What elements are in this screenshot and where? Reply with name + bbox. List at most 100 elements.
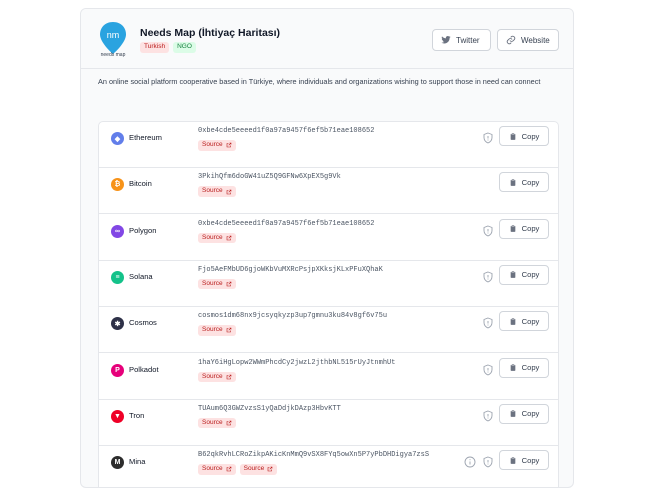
copy-button[interactable]: Copy [499,264,549,285]
wallet-address[interactable]: 0xbe4cde5eeeed1f0a97a9457f6ef5b71eae1086… [198,220,374,228]
coin-name: Ethereum [129,133,162,142]
twitter-button[interactable]: Twitter [432,29,491,51]
source-list: Source [198,371,236,382]
wallet-row-polkadot: P Polkadot 1haY6iHgLopw2WWmPhcdCy2jwzL2j… [99,354,558,400]
source-list: Source Source [198,464,278,475]
coin-name: Tron [129,410,145,420]
copy-button-label: Copy [521,409,540,419]
shield-alert-icon[interactable] [482,364,494,376]
source-link-label: Source [202,187,223,195]
source-link[interactable]: Source [198,140,236,151]
organization-description: An online social platform cooperative ba… [98,77,541,86]
coin-name: Mina [129,457,146,467]
source-list: Source [198,186,236,197]
wallet-row-bitcoin: ₿ Bitcoin 3PkihQfm6doGW41uZ5Q9GFNw6XpEX5… [99,168,558,215]
copy-button[interactable]: Copy [499,357,549,378]
copy-button-label: Copy [521,177,540,187]
source-link-label: Source [202,418,223,426]
source-list: Source [198,278,236,290]
clipboard-icon [510,363,515,371]
wallet-list: ◆ Ethereum 0xbe4cde5eeeed1f0a97a9457f6ef… [98,121,559,487]
source-link[interactable]: Source [198,371,236,382]
wallet-row-mina: M Mina B62qkRvhLCRoZikpAKicKnMmQ9vSX8FYq… [99,446,558,487]
copy-button[interactable]: Copy [499,403,549,424]
source-list: Source [198,417,236,429]
cosmos-icon: ✱ [111,317,124,331]
info-icon[interactable] [464,456,476,468]
copy-button[interactable]: Copy [499,311,549,332]
copy-button-label: Copy [521,131,540,141]
clipboard-icon [510,410,515,418]
clipboard-icon [510,271,515,279]
source-link-label: Source [202,465,223,473]
wallet-address[interactable]: B62qkRvhLCRoZikpAKicKnMmQ9vSX8FYq5owXn5P… [198,451,429,459]
source-link-label: Source [202,233,223,241]
website-button-label: Website [521,35,550,45]
copy-button-label: Copy [521,316,540,326]
card-header: nm needs map Needs Map (İhtiyaç Haritası… [81,9,573,69]
organization-title: Needs Map (İhtiyaç Haritası) [140,27,281,39]
coin-name: Cosmos [129,318,157,328]
bitcoin-icon: ₿ [111,178,124,192]
wallet-address[interactable]: Fjo5AeFMbUD6gjoWKbVuMXRcPsjpXKksjKLxPFuX… [198,266,383,274]
external-link-icon [226,328,231,333]
ethereum-icon: ◆ [111,132,124,145]
tag-list: Turkish NGO [140,42,196,53]
source-link[interactable]: Source [239,464,278,475]
source-list: Source [198,325,236,336]
wallet-row-polygon: ∞ Polygon 0xbe4cde5eeeed1f0a97a9457f6ef5… [99,215,558,261]
copy-button-label: Copy [521,270,540,280]
external-link-icon [226,374,231,380]
external-link-icon [226,235,231,241]
copy-button-label: Copy [521,363,540,372]
wallet-row-solana: ≡ Solana Fjo5AeFMbUD6gjoWKbVuMXRcPsjpXKk… [99,261,558,307]
external-link-icon [226,420,231,426]
copy-button[interactable]: Copy [499,126,549,146]
wallet-row-ethereum: ◆ Ethereum 0xbe4cde5eeeed1f0a97a9457f6ef… [99,122,558,168]
clipboard-icon [510,317,515,325]
coin-name: Solana [129,271,153,281]
logo-caption: needs map [100,52,126,58]
shield-alert-icon[interactable] [482,225,494,237]
shield-alert-icon[interactable] [482,410,494,422]
external-link-icon [226,467,231,472]
source-link-label: Source [202,372,223,380]
copy-button-label: Copy [521,224,540,234]
source-link[interactable]: Source [198,325,236,336]
clipboard-icon [510,178,515,186]
twitter-button-label: Twitter [456,35,480,45]
coin-name: Polkadot [129,364,159,374]
wallet-address[interactable]: TUAum6Q3GWZvzsS1yQaDdjkDAzp3HbvKTT [198,405,341,413]
mina-icon: M [111,456,124,470]
solana-icon: ≡ [111,270,124,284]
wallet-address[interactable]: 3PkihQfm6doGW41uZ5Q9GFNw6XpEX5g9Vk [198,173,341,181]
source-list: Source [198,232,236,244]
polkadot-icon: P [111,363,124,377]
copy-button[interactable]: Copy [499,172,549,193]
shield-alert-icon[interactable] [482,271,494,283]
shield-alert-icon[interactable] [482,456,494,468]
source-link[interactable]: Source [198,278,236,290]
copy-button[interactable]: Copy [499,218,549,239]
shield-alert-icon[interactable] [482,317,494,329]
wallet-address[interactable]: 1haY6iHgLopw2WWmPhcdCy2jwzL2jthbNL515rUy… [198,359,395,367]
link-icon [506,35,516,45]
shield-alert-icon[interactable] [482,132,494,144]
external-link-icon [226,142,231,148]
wallet-address[interactable]: 0xbe4cde5eeeed1f0a97a9457f6ef5b71eae1086… [198,127,374,135]
source-link-label: Source [243,465,265,473]
clipboard-icon [510,225,515,232]
twitter-icon [441,36,451,44]
tron-icon: ▼ [111,409,124,423]
wallet-row-tron: ▼ Tron TUAum6Q3GWZvzsS1yQaDdjkDAzp3HbvKT… [99,400,558,446]
source-link[interactable]: Source [198,232,236,244]
source-link[interactable]: Source [198,417,236,429]
source-link[interactable]: Source [198,464,236,475]
wallet-address[interactable]: cosmos1dm68nx9jcsyqkyzp3up7gmnu3ku84v8gf… [198,312,387,320]
source-list: Source [198,140,236,151]
copy-button[interactable]: Copy [499,450,549,471]
source-link-label: Source [202,326,223,334]
svg-text:nm: nm [107,30,120,40]
source-link[interactable]: Source [198,186,236,197]
website-button[interactable]: Website [497,29,559,51]
